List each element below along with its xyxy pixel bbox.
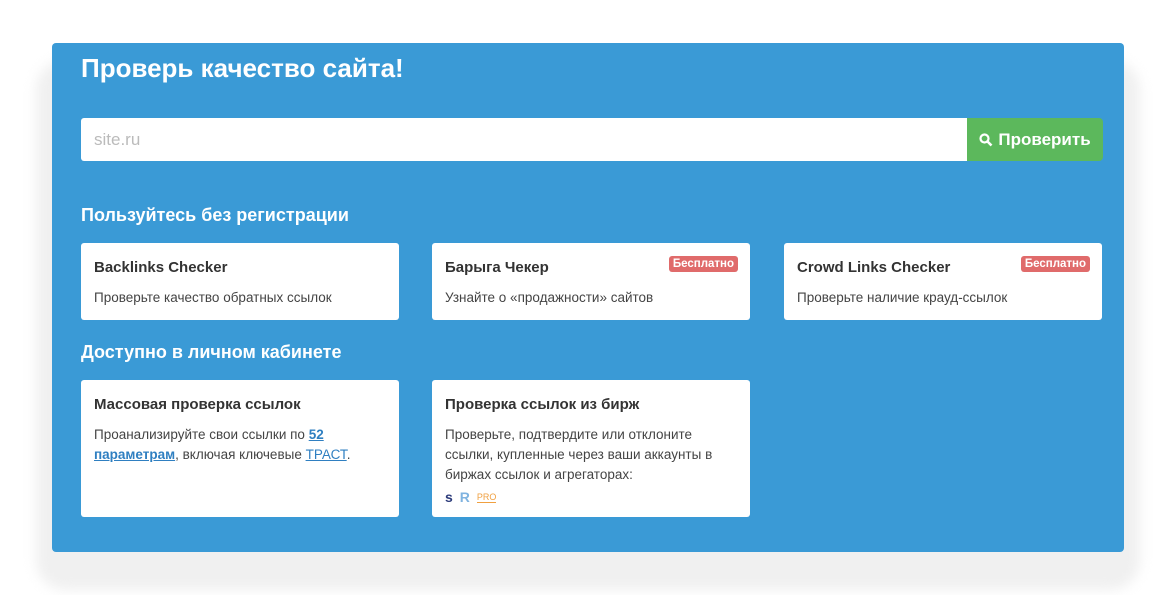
card-desc: Узнайте о «продажности» сайтов xyxy=(445,290,654,305)
card-title: Проверка ссылок из бирж xyxy=(445,396,640,413)
exchange-icons: s R PRO xyxy=(445,489,737,505)
pro-icon: PRO xyxy=(476,491,497,503)
desc-text: . xyxy=(346,447,351,462)
sape-icon: s xyxy=(445,489,453,505)
card-desc: Проверьте, подтвердите или отклоните ссы… xyxy=(445,427,713,482)
card-title: Backlinks Checker xyxy=(94,259,228,276)
free-badge: Бесплатно xyxy=(668,256,738,272)
check-button-label: Проверить xyxy=(998,129,1091,149)
card-baryga-checker[interactable]: Бесплатно Барыга Чекер Узнайте о «продаж… xyxy=(432,243,750,320)
card-crowd-links-checker[interactable]: Бесплатно Crowd Links Checker Проверьте … xyxy=(784,243,1102,320)
card-title: Массовая проверка ссылок xyxy=(94,396,301,413)
check-button[interactable]: Проверить xyxy=(967,118,1103,161)
card-desc: Проанализируйте свои ссылки по 52 параме… xyxy=(94,425,386,465)
desc-text: , включая ключевые xyxy=(175,447,306,462)
card-exchange-link-check[interactable]: Проверка ссылок из бирж Проверьте, подтв… xyxy=(432,380,750,517)
card-desc: Проверьте наличие крауд-ссылок xyxy=(797,290,1008,305)
desc-text: Проанализируйте свои ссылки по xyxy=(94,427,309,442)
card-backlinks-checker[interactable]: Backlinks Checker Проверьте качество обр… xyxy=(81,243,399,320)
card-mass-link-check[interactable]: Массовая проверка ссылок Проанализируйте… xyxy=(81,380,399,517)
section-paid-title: Доступно в личном кабинете xyxy=(81,342,342,362)
rotapost-icon: R xyxy=(459,489,470,505)
card-desc: Проверьте качество обратных ссылок xyxy=(94,290,332,305)
section-free-title: Пользуйтесь без регистрации xyxy=(81,205,349,225)
trust-link[interactable]: ТРАСТ xyxy=(306,447,347,462)
site-input[interactable] xyxy=(81,118,967,161)
search-bar: Проверить xyxy=(81,118,1103,161)
search-icon xyxy=(979,132,993,146)
page-title: Проверь качество сайта! xyxy=(81,53,404,83)
free-badge: Бесплатно xyxy=(1020,256,1090,272)
check-panel: Проверь качество сайта! Проверить Пользу… xyxy=(52,43,1124,552)
